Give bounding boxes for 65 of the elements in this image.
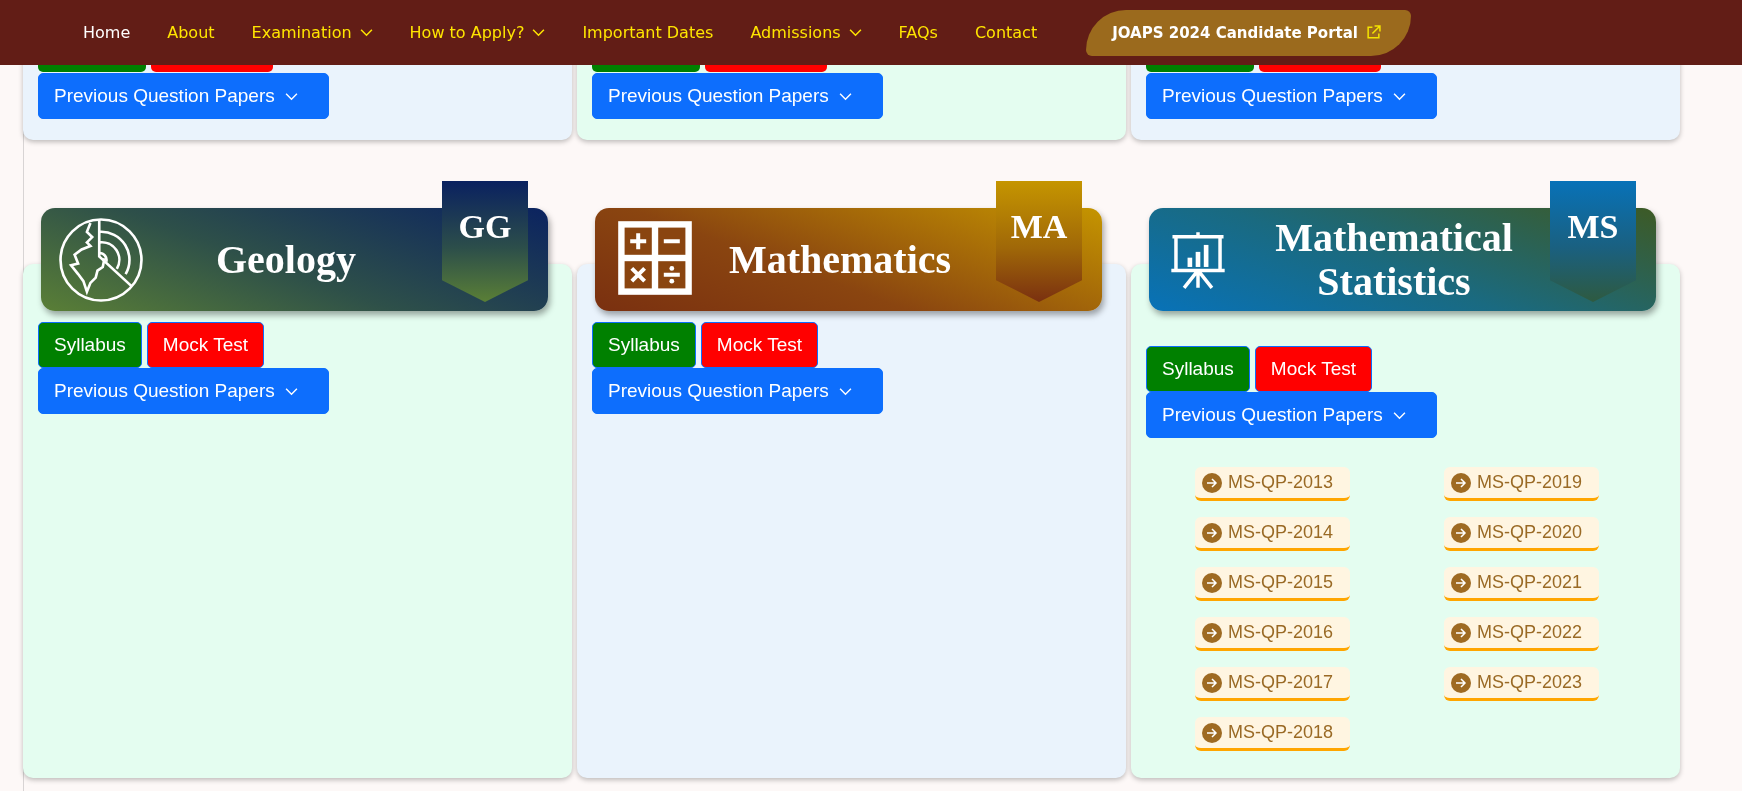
- mock-test-button[interactable]: Mock Test: [700, 322, 818, 368]
- arrow-right-icon: [1451, 572, 1471, 593]
- chevron-down-icon: [1392, 410, 1406, 420]
- chevron-down-icon: [284, 386, 298, 396]
- previous-papers-button[interactable]: Previous Question Papers: [1146, 73, 1437, 119]
- nav-link[interactable]: FAQs: [898, 23, 938, 42]
- arrow-right-icon: [1451, 672, 1471, 693]
- chevron-down-icon: [838, 91, 852, 101]
- mock-test-button[interactable]: [705, 65, 827, 72]
- external-link-icon: [1365, 25, 1381, 40]
- nav-link[interactable]: Important Dates: [582, 23, 714, 42]
- subject-code: MA: [1010, 207, 1068, 247]
- subject-code: GG: [458, 207, 512, 247]
- arrow-right-icon: [1451, 472, 1471, 493]
- syllabus-button[interactable]: [1146, 65, 1254, 72]
- paper-link[interactable]: MS-QP-2018: [1195, 717, 1350, 751]
- nav-link[interactable]: Examination: [251, 23, 373, 42]
- syllabus-button[interactable]: [38, 65, 146, 72]
- presentation-chart-icon: [1169, 230, 1227, 290]
- chevron-down-icon: [1392, 91, 1406, 101]
- arrow-right-icon: [1202, 522, 1222, 543]
- arrow-right-icon: [1202, 722, 1222, 743]
- nav-link[interactable]: Contact: [974, 23, 1038, 42]
- paper-link[interactable]: MS-QP-2023: [1444, 667, 1599, 701]
- portal-link[interactable]: JOAPS 2024 Candidate Portal: [1086, 9, 1411, 56]
- paper-link[interactable]: MS-QP-2017: [1195, 667, 1350, 701]
- mock-test-button[interactable]: [1259, 65, 1381, 72]
- paper-link[interactable]: MS-QP-2020: [1444, 517, 1599, 551]
- arrow-right-icon: [1202, 672, 1222, 693]
- arrow-right-icon: [1451, 522, 1471, 543]
- calculator-icon: [615, 218, 695, 298]
- syllabus-button[interactable]: Syllabus: [1146, 346, 1250, 392]
- arrow-right-icon: [1202, 622, 1222, 643]
- nav-link[interactable]: How to Apply?: [409, 23, 546, 42]
- paper-link[interactable]: MS-QP-2014: [1195, 517, 1350, 551]
- subject-title: Mathematical Statistics: [1274, 215, 1514, 304]
- nav-link[interactable]: Home: [83, 23, 131, 42]
- mock-test-button[interactable]: Mock Test: [146, 322, 264, 368]
- mock-test-button[interactable]: [151, 65, 273, 72]
- paper-link[interactable]: MS-QP-2015: [1195, 567, 1350, 601]
- syllabus-button[interactable]: Syllabus: [38, 322, 142, 368]
- arrow-right-icon: [1202, 472, 1222, 493]
- paper-link[interactable]: MS-QP-2022: [1444, 617, 1599, 651]
- syllabus-button[interactable]: Syllabus: [592, 322, 696, 368]
- previous-papers-button[interactable]: Previous Question Papers: [38, 73, 329, 119]
- nav-link[interactable]: Admissions: [750, 23, 862, 42]
- previous-papers-button[interactable]: Previous Question Papers: [1146, 392, 1437, 438]
- nav-link[interactable]: About: [167, 23, 215, 42]
- syllabus-button[interactable]: [592, 65, 700, 72]
- previous-papers-button[interactable]: Previous Question Papers: [592, 368, 883, 414]
- previous-papers-button[interactable]: Previous Question Papers: [38, 368, 329, 414]
- arrow-right-icon: [1202, 572, 1222, 593]
- subject-title: Geology: [215, 237, 357, 282]
- paper-link[interactable]: MS-QP-2019: [1444, 467, 1599, 501]
- paper-link[interactable]: MS-QP-2021: [1444, 567, 1599, 601]
- chevron-down-icon: [284, 91, 298, 101]
- subject-code: MS: [1567, 207, 1619, 247]
- globe-icon: [57, 216, 145, 304]
- arrow-right-icon: [1451, 622, 1471, 643]
- chevron-down-icon: [838, 386, 852, 396]
- paper-link[interactable]: MS-QP-2016: [1195, 617, 1350, 651]
- paper-link[interactable]: MS-QP-2013: [1195, 467, 1350, 501]
- mock-test-button[interactable]: Mock Test: [1254, 346, 1372, 392]
- previous-papers-button[interactable]: Previous Question Papers: [592, 73, 883, 119]
- subject-title: Mathematics: [727, 237, 953, 282]
